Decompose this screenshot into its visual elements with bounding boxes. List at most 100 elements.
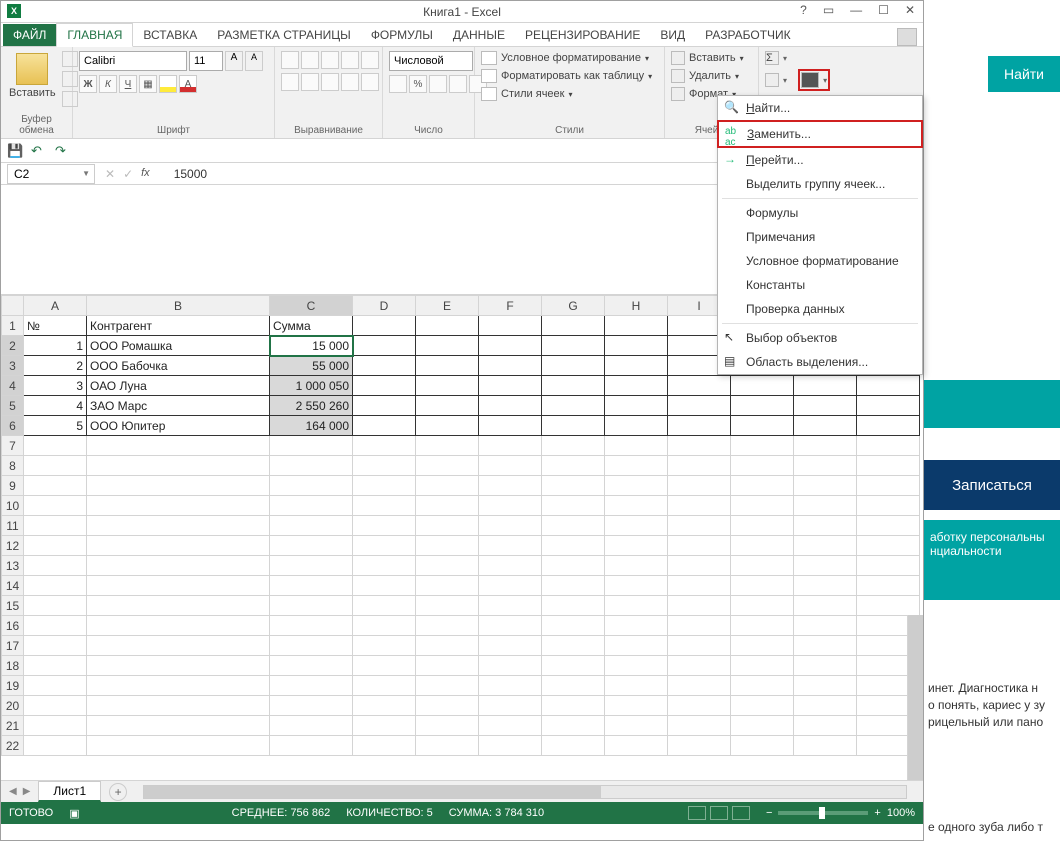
row-header-8[interactable]: 8: [2, 456, 24, 476]
row-header-20[interactable]: 20: [2, 696, 24, 716]
cell-A4[interactable]: 3: [24, 376, 87, 396]
zoom-in-icon[interactable]: +: [874, 807, 880, 819]
tab-data[interactable]: ДАННЫЕ: [443, 24, 515, 46]
cell-A2[interactable]: 1: [24, 336, 87, 356]
col-header-E[interactable]: E: [416, 296, 479, 316]
minimize-icon[interactable]: —: [846, 3, 866, 17]
row-header-18[interactable]: 18: [2, 656, 24, 676]
menu-constants[interactable]: Константы: [718, 273, 922, 297]
view-page-break-icon[interactable]: [732, 806, 750, 820]
tab-file[interactable]: ФАЙЛ: [3, 24, 56, 46]
menu-goto-special[interactable]: Выделить группу ячеек...: [718, 172, 922, 196]
fx-icon[interactable]: fx: [141, 167, 150, 181]
cancel-formula-icon[interactable]: ✕: [105, 167, 115, 181]
vertical-scrollbar[interactable]: [907, 615, 923, 780]
zoom-out-icon[interactable]: −: [766, 807, 772, 819]
cell-C2[interactable]: 15 000: [270, 336, 353, 356]
row-header-11[interactable]: 11: [2, 516, 24, 536]
ribbon-options-icon[interactable]: ▭: [819, 3, 838, 17]
italic-button[interactable]: К: [99, 75, 117, 93]
sheet-nav-last-icon[interactable]: ▶: [23, 786, 31, 797]
menu-formulas[interactable]: Формулы: [718, 201, 922, 225]
menu-goto[interactable]: →Перейти...: [718, 148, 922, 172]
zoom-level[interactable]: 100%: [887, 807, 915, 819]
cell-C6[interactable]: 164 000: [270, 416, 353, 436]
cell-B2[interactable]: ООО Ромашка: [87, 336, 270, 356]
row-header-5[interactable]: 5: [2, 396, 24, 416]
sheet-nav-first-icon[interactable]: ◀: [9, 786, 17, 797]
row-header-17[interactable]: 17: [2, 636, 24, 656]
tab-review[interactable]: РЕЦЕНЗИРОВАНИЕ: [515, 24, 650, 46]
col-header-F[interactable]: F: [479, 296, 542, 316]
tab-view[interactable]: ВИД: [650, 24, 695, 46]
name-box[interactable]: C2 ▼: [7, 164, 95, 184]
save-icon[interactable]: 💾: [7, 143, 23, 159]
insert-cells-button[interactable]: Вставить▾: [671, 51, 744, 65]
orientation-icon[interactable]: [341, 51, 359, 69]
row-header-10[interactable]: 10: [2, 496, 24, 516]
number-format-select[interactable]: [389, 51, 473, 71]
cell-A6[interactable]: 5: [24, 416, 87, 436]
horizontal-scrollbar[interactable]: [143, 785, 907, 799]
add-sheet-button[interactable]: +: [109, 783, 127, 801]
menu-validation[interactable]: Проверка данных: [718, 297, 922, 321]
row-header-12[interactable]: 12: [2, 536, 24, 556]
align-right-icon[interactable]: [321, 73, 339, 91]
row-header-22[interactable]: 22: [2, 736, 24, 756]
comma-icon[interactable]: [429, 75, 447, 93]
increase-decimal-icon[interactable]: [449, 75, 467, 93]
increase-indent-icon[interactable]: [361, 73, 379, 91]
fill-button[interactable]: ▾ ▾: [765, 69, 830, 91]
decrease-font-icon[interactable]: A: [245, 51, 263, 71]
tab-layout[interactable]: РАЗМЕТКА СТРАНИЦЫ: [207, 24, 361, 46]
row-header-7[interactable]: 7: [2, 436, 24, 456]
row-header-2[interactable]: 2: [2, 336, 24, 356]
cell-C5[interactable]: 2 550 260: [270, 396, 353, 416]
cell-A1[interactable]: №: [24, 316, 87, 336]
col-header-G[interactable]: G: [542, 296, 605, 316]
cell-A3[interactable]: 2: [24, 356, 87, 376]
decrease-indent-icon[interactable]: [341, 73, 359, 91]
row-header-6[interactable]: 6: [2, 416, 24, 436]
increase-font-icon[interactable]: A: [225, 51, 243, 71]
row-header-16[interactable]: 16: [2, 616, 24, 636]
align-left-icon[interactable]: [281, 73, 299, 91]
delete-cells-button[interactable]: Удалить▾: [671, 69, 739, 83]
border-button[interactable]: ▦: [139, 75, 157, 93]
underline-button[interactable]: Ч: [119, 75, 137, 93]
macro-record-icon[interactable]: ▣: [69, 807, 79, 820]
accept-formula-icon[interactable]: ✓: [123, 167, 133, 181]
cell-C4[interactable]: 1 000 050: [270, 376, 353, 396]
currency-icon[interactable]: [389, 75, 407, 93]
paste-button[interactable]: Вставить: [7, 51, 58, 101]
cell-B4[interactable]: ОАО Луна: [87, 376, 270, 396]
col-header-D[interactable]: D: [353, 296, 416, 316]
cell-B6[interactable]: ООО Юпитер: [87, 416, 270, 436]
fill-color-button[interactable]: [159, 75, 177, 93]
tab-formulas[interactable]: ФОРМУЛЫ: [361, 24, 443, 46]
cell-A5[interactable]: 4: [24, 396, 87, 416]
menu-replace[interactable]: abacЗаменить...: [717, 120, 923, 148]
cell-C3[interactable]: 55 000: [270, 356, 353, 376]
percent-icon[interactable]: %: [409, 75, 427, 93]
menu-find[interactable]: 🔍Найти...: [718, 96, 922, 120]
undo-icon[interactable]: ↶: [31, 143, 47, 159]
col-header-B[interactable]: B: [87, 296, 270, 316]
bold-button[interactable]: Ж: [79, 75, 97, 93]
align-middle-icon[interactable]: [301, 51, 319, 69]
wrap-text-icon[interactable]: [361, 51, 379, 69]
menu-cond-format[interactable]: Условное форматирование: [718, 249, 922, 273]
row-header-21[interactable]: 21: [2, 716, 24, 736]
find-select-button[interactable]: ▾: [798, 69, 830, 91]
help-icon[interactable]: ?: [796, 3, 811, 17]
cell-B5[interactable]: ЗАО Марс: [87, 396, 270, 416]
cell-styles-button[interactable]: Стили ячеек▾: [481, 87, 573, 101]
col-header-A[interactable]: A: [24, 296, 87, 316]
align-bottom-icon[interactable]: [321, 51, 339, 69]
cell-B1[interactable]: Контрагент: [87, 316, 270, 336]
menu-selection-pane[interactable]: ▤Область выделения...: [718, 350, 922, 374]
row-header-14[interactable]: 14: [2, 576, 24, 596]
conditional-formatting-button[interactable]: Условное форматирование▾: [481, 51, 649, 65]
close-icon[interactable]: ✕: [901, 3, 919, 17]
row-header-19[interactable]: 19: [2, 676, 24, 696]
